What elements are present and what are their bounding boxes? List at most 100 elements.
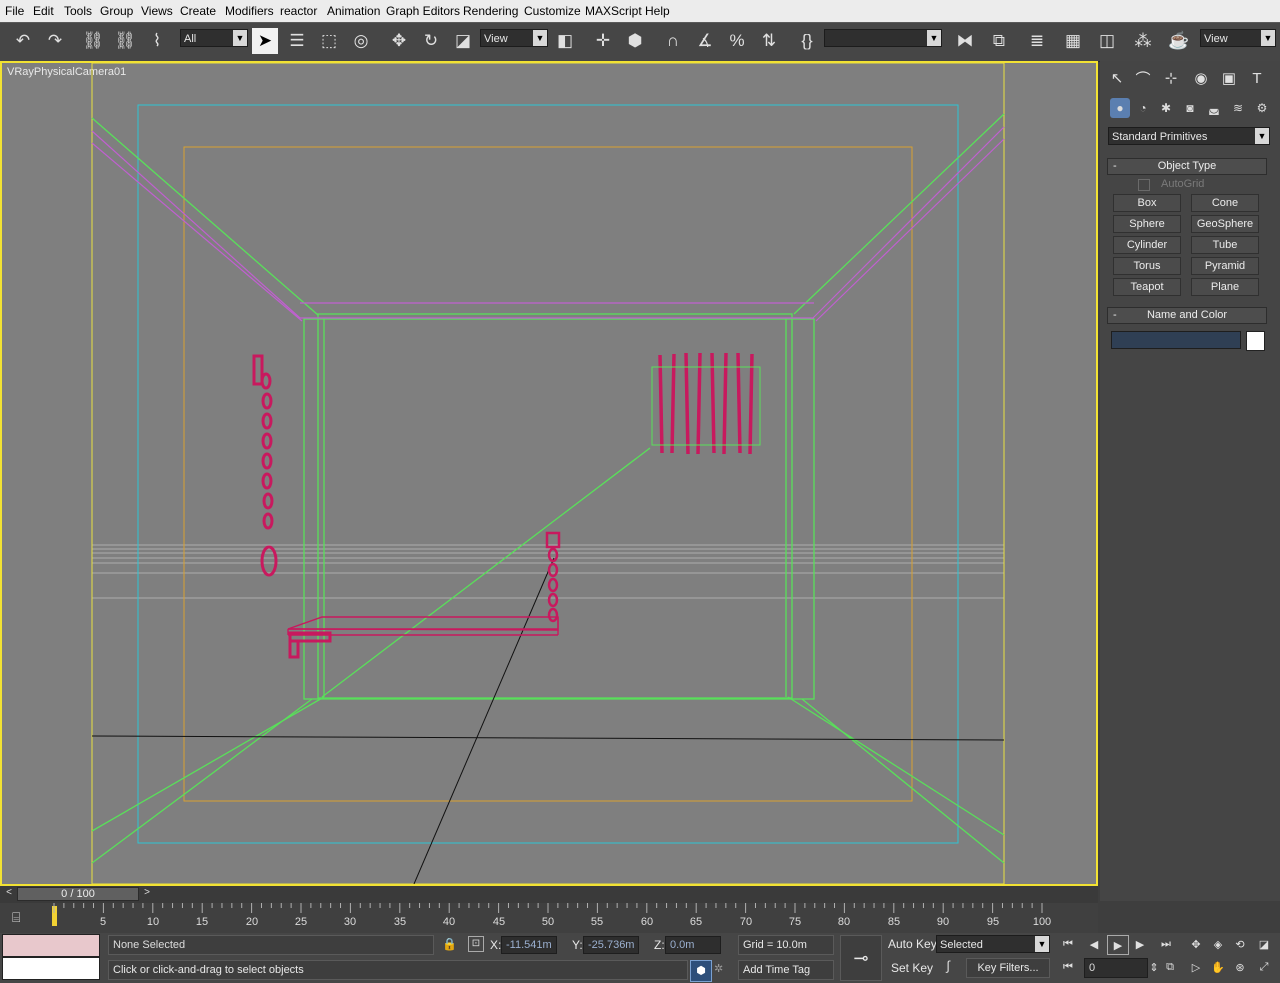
systems-icon[interactable]: ⚙ [1252,98,1272,118]
autogrid-checkbox[interactable] [1138,179,1150,191]
align-icon[interactable]: ⧉ [986,28,1012,54]
angle-snap-icon[interactable]: ∡ [692,28,718,54]
menu-tools[interactable]: Tools [64,4,92,18]
select-and-rotate-icon[interactable]: ↻ [418,28,444,54]
z-coordinate-input[interactable]: 0.0m [665,936,721,954]
mirror-icon[interactable]: ⧓ [952,28,978,54]
select-and-move-icon[interactable]: ✥ [386,28,412,54]
menu-file[interactable]: File [5,4,24,18]
plane-button[interactable]: Plane [1191,278,1259,296]
select-by-name-icon[interactable]: ☰ [284,28,310,54]
selection-filter-dropdown[interactable]: All ▼ [180,29,248,47]
degradation-override-icon[interactable]: ✲ [714,962,723,975]
named-selection-sets-dropdown[interactable]: ▼ [824,29,942,47]
box-button[interactable]: Box [1113,194,1181,212]
name-and-color-rollout-header[interactable]: - Name and Color [1107,307,1267,324]
time-slider-next-icon[interactable]: > [140,887,154,901]
select-and-link-icon[interactable]: ⛓ [80,28,106,54]
motion-tab-icon[interactable]: ◉ [1188,66,1214,90]
rectangular-selection-icon[interactable]: ⬚ [316,28,342,54]
time-slider-prev-icon[interactable]: < [2,887,16,901]
time-configuration-icon[interactable]: ⧉ [1160,958,1180,976]
y-coordinate-input[interactable]: -25.736m [583,936,639,954]
key-icon[interactable]: ⊸ [840,935,882,981]
percent-snap-icon[interactable]: % [724,28,750,54]
teapot-button[interactable]: Teapot [1113,278,1181,296]
menu-edit[interactable]: Edit [33,4,54,18]
material-editor-icon[interactable]: ⁂ [1130,28,1156,54]
select-and-manipulate-icon[interactable]: ✛ [590,28,616,54]
go-to-start-icon[interactable]: ⏮ [1058,935,1078,953]
undo-icon[interactable]: ↶ [10,28,36,54]
cone-button[interactable]: Cone [1191,194,1259,212]
select-object-icon[interactable]: ➤ [252,28,278,54]
geosphere-button[interactable]: GeoSphere [1191,215,1259,233]
utilities-tab-icon[interactable]: T [1244,66,1270,90]
lights-icon[interactable]: ✱ [1156,98,1176,118]
cameras-icon[interactable]: ◙ [1180,98,1200,118]
frame-spinner-icon[interactable]: ⇕ [1148,958,1160,976]
reference-coordinate-dropdown[interactable]: View ▼ [480,29,548,47]
curve-editor-icon[interactable]: ▦ [1060,28,1086,54]
auto-key-button[interactable]: Auto Key [888,937,937,951]
torus-button[interactable]: Torus [1113,257,1181,275]
maxscript-input-mini[interactable] [2,957,100,980]
select-and-scale-icon[interactable]: ◪ [450,28,476,54]
geometry-icon[interactable]: ● [1110,98,1130,118]
shapes-icon[interactable]: ◔ [1133,98,1153,118]
tube-button[interactable]: Tube [1191,236,1259,254]
go-to-end-icon[interactable]: ⏭ [1156,935,1176,953]
modify-tab-icon[interactable]: ⌒ [1130,66,1156,90]
key-filters-button[interactable]: Key Filters... [966,958,1050,978]
object-color-swatch[interactable] [1246,331,1265,351]
zoom-icon[interactable]: ✥ [1186,935,1206,953]
key-mode-dropdown[interactable]: Selected ▼ [936,935,1050,953]
sphere-button[interactable]: Sphere [1113,215,1181,233]
unlink-selection-icon[interactable]: ⛓ [112,28,138,54]
menu-help[interactable]: Help [645,4,670,18]
object-name-input[interactable] [1111,331,1241,349]
menu-maxscript[interactable]: MAXScript [585,4,642,18]
render-view-dropdown[interactable]: View ▼ [1200,29,1276,47]
dolly-camera-icon[interactable]: ⟲ [1230,935,1250,953]
keyboard-shortcut-override-icon[interactable]: ⬢ [622,28,648,54]
menu-modifiers[interactable]: Modifiers [225,4,274,18]
menu-graph-editors[interactable]: Graph Editors [386,4,460,18]
time-slider[interactable]: 0 / 100 [17,887,139,901]
truck-camera-icon[interactable]: ▷ [1186,958,1206,976]
zoom-all-icon[interactable]: ◈ [1208,935,1228,953]
lock-selection-icon[interactable]: 🔒 [442,937,457,951]
menu-rendering[interactable]: Rendering [463,4,518,18]
pan-view-icon[interactable]: ✋ [1208,958,1228,976]
redo-icon[interactable]: ↷ [42,28,68,54]
menu-group[interactable]: Group [100,4,133,18]
key-mode-toggle-icon[interactable]: ⏮ [1058,958,1078,976]
spinner-snap-icon[interactable]: ⇅ [756,28,782,54]
current-frame-input[interactable]: 0 [1084,958,1148,978]
window-crossing-icon[interactable]: ◎ [348,28,374,54]
selection-lock-toggle-icon[interactable]: ⬢ [690,960,712,982]
x-coordinate-input[interactable]: -11.541m [501,936,557,954]
display-tab-icon[interactable]: ▣ [1216,66,1242,90]
primitive-category-dropdown[interactable]: Standard Primitives ▼ [1108,127,1270,145]
use-pivot-center-icon[interactable]: ◧ [552,28,578,54]
helpers-icon[interactable]: ◛ [1204,98,1224,118]
previous-frame-icon[interactable]: ◀ [1084,935,1104,953]
camera-viewport[interactable]: VRayPhysicalCamera01 [0,61,1098,886]
add-time-tag-button[interactable]: Add Time Tag [738,960,834,980]
menu-reactor[interactable]: reactor [280,4,317,18]
edit-named-selection-icon[interactable]: {} [794,28,820,54]
default-in-out-tangents-icon[interactable]: ∫ [938,958,958,976]
layer-manager-icon[interactable]: ≣ [1024,28,1050,54]
absolute-mode-transform-icon[interactable]: ⊡ [468,936,484,952]
create-tab-icon[interactable]: ↖ [1104,66,1130,90]
set-key-button[interactable]: Set Key [891,961,933,975]
next-frame-icon[interactable]: ▶ [1130,935,1150,953]
maxscript-listener-mini[interactable] [2,934,100,957]
hierarchy-tab-icon[interactable]: ⊹ [1158,66,1184,90]
bind-to-space-warp-icon[interactable]: ⌇ [144,28,170,54]
render-scene-icon[interactable]: ☕ [1166,28,1192,54]
play-icon[interactable]: ▶ [1107,935,1129,955]
object-type-rollout-header[interactable]: - Object Type [1107,158,1267,175]
perspective-icon[interactable]: ◪ [1254,935,1274,953]
